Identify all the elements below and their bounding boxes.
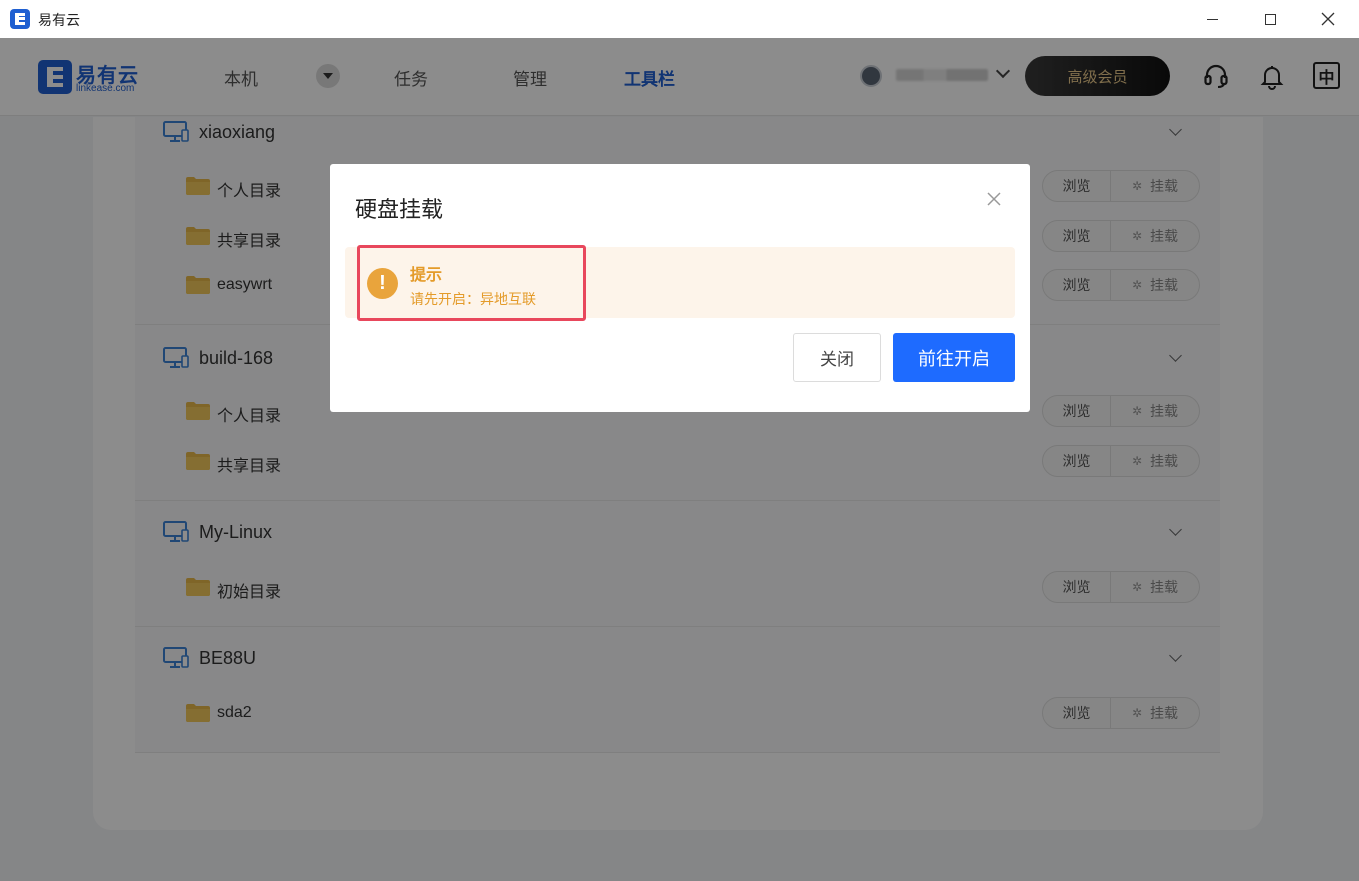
dialog-title: 硬盘挂载	[355, 197, 444, 222]
go-enable-button[interactable]: 前往开启	[893, 333, 1015, 382]
window-close-button[interactable]	[1299, 0, 1357, 38]
disk-mount-dialog: 硬盘挂载 ! 提示 请先开启：异地互联 关闭 前往开启	[330, 164, 1030, 412]
close-button[interactable]: 关闭	[793, 333, 881, 382]
app-icon	[10, 9, 30, 29]
minimize-button[interactable]	[1183, 0, 1241, 38]
highlight-annotation	[357, 245, 586, 321]
minimize-icon	[1206, 18, 1218, 20]
window-titlebar: 易有云	[0, 0, 1359, 38]
maximize-icon	[1264, 13, 1276, 25]
window-title: 易有云	[38, 12, 80, 28]
close-icon[interactable]	[985, 190, 1003, 208]
maximize-button[interactable]	[1241, 0, 1299, 38]
close-icon	[1321, 12, 1335, 26]
